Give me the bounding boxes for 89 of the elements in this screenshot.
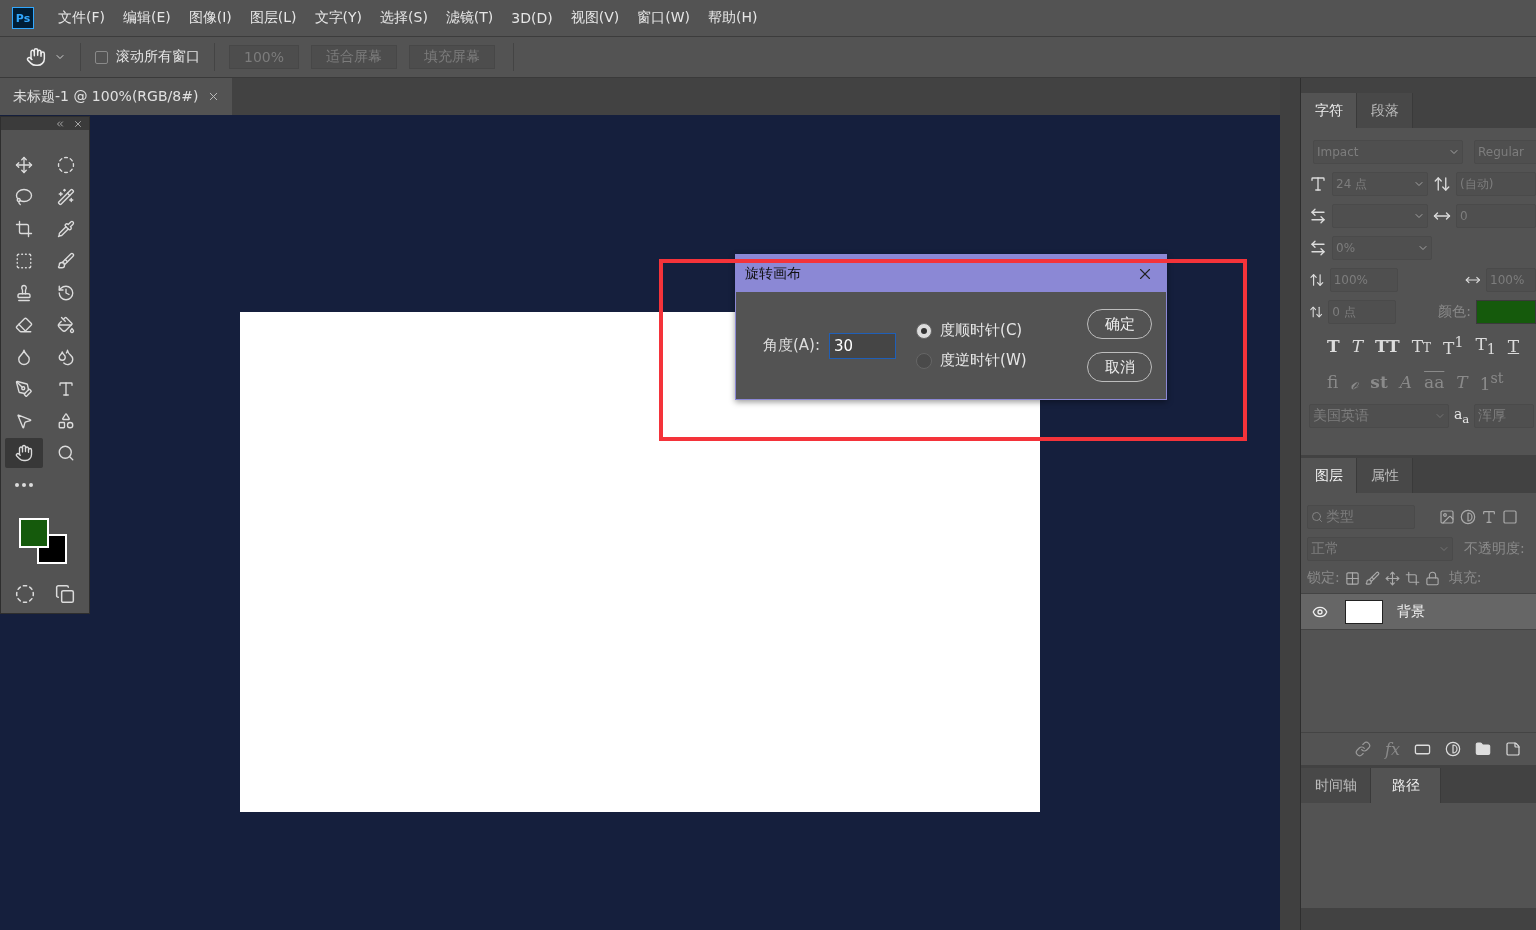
menu-item[interactable]: 图层(L) <box>249 9 297 27</box>
hand-icon <box>15 444 33 462</box>
text-style-button[interactable]: T <box>1349 336 1365 356</box>
menu-item[interactable]: 窗口(W) <box>637 9 691 27</box>
paint-bucket-icon <box>57 316 75 334</box>
close-icon <box>207 90 220 103</box>
vertical-scale-icon <box>1309 271 1325 289</box>
radio-button[interactable] <box>916 322 933 339</box>
layer-name: 背景 <box>1397 602 1425 621</box>
menu-item[interactable]: 文件(F) <box>58 9 105 27</box>
history-icon <box>57 284 75 302</box>
menu-item[interactable]: 滤镜(T) <box>445 9 494 27</box>
link-icon <box>1355 741 1371 757</box>
eyedropper-icon <box>57 220 75 238</box>
panel-tab[interactable]: 段落 <box>1357 93 1413 128</box>
panel-tab[interactable]: 字符 <box>1301 93 1357 128</box>
folder-icon <box>1474 741 1491 757</box>
text-style-button[interactable]: T <box>1505 336 1522 356</box>
square-icon <box>1502 509 1518 525</box>
menu-item[interactable]: 文字(Y) <box>314 9 363 27</box>
text-style-button[interactable]: Tт <box>1409 336 1434 356</box>
kerning-icon <box>1309 207 1327 225</box>
collapse-icon <box>55 118 65 129</box>
checkbox-label: 滚动所有窗口 <box>116 48 200 66</box>
menu-item[interactable]: 编辑(E) <box>123 9 171 27</box>
font-size-icon <box>1309 175 1327 193</box>
brush-icon <box>57 252 75 270</box>
pen-icon <box>15 380 33 398</box>
move-icon <box>1384 570 1400 586</box>
radio-button[interactable] <box>916 352 933 369</box>
search-icon <box>1311 511 1323 523</box>
panel-tab[interactable]: 图层 <box>1301 458 1357 493</box>
text-style-button[interactable]: T$^{1}$ <box>1441 334 1466 358</box>
panel-tab[interactable]: 路径 <box>1371 768 1441 803</box>
menu-item[interactable]: 视图(V) <box>570 9 620 27</box>
menu-item[interactable]: 图像(I) <box>188 9 232 27</box>
layer-row[interactable]: 背景 <box>1301 593 1536 630</box>
panel-tab[interactable]: 时间轴 <box>1301 768 1371 803</box>
tool-button[interactable] <box>5 438 43 468</box>
stamp-icon <box>15 284 33 302</box>
lasso-icon <box>15 188 33 206</box>
radio-label: 度逆时针(W) <box>940 351 1027 370</box>
checkbox[interactable] <box>95 50 108 64</box>
angle-label: 角度(A): <box>763 336 821 355</box>
shapes-icon <box>57 412 75 430</box>
text-style-button[interactable]: TT <box>1373 336 1402 356</box>
close-icon <box>73 118 83 129</box>
type-icon <box>1481 509 1497 525</box>
type-icon <box>57 380 75 398</box>
move-icon <box>15 156 33 174</box>
quick-mask-icon <box>15 584 35 604</box>
contrast-icon <box>1460 509 1476 525</box>
image-icon <box>1439 509 1455 525</box>
zoom-icon <box>57 444 75 462</box>
droplets-icon <box>57 348 75 366</box>
hand-icon <box>26 47 46 67</box>
document-title: 未标题-1 @ 100%(RGB/8#) <box>13 87 199 106</box>
spacing-icon <box>1309 239 1327 257</box>
leading-icon <box>1433 175 1451 193</box>
lock-icon <box>1424 570 1440 586</box>
menu-item[interactable]: 选择(S) <box>380 9 428 27</box>
eraser-icon <box>15 316 33 334</box>
magic-wand-icon <box>57 188 75 206</box>
layer-thumbnail <box>1345 599 1383 624</box>
brush-icon <box>1364 570 1380 586</box>
screen-mode-icon <box>55 584 75 604</box>
text-style-button[interactable]: T$_{1}$ <box>1473 334 1498 358</box>
dashed-square-icon <box>15 252 33 270</box>
document-tab[interactable]: 未标题-1 @ 100%(RGB/8#) <box>0 78 232 115</box>
angle-field[interactable]: 30 <box>829 332 897 359</box>
menu-item[interactable]: 3D(D) <box>511 10 553 26</box>
antialias-label: a$_{a}$ <box>1454 406 1470 426</box>
app-logo[interactable]: Ps <box>12 7 34 29</box>
text-color-swatch[interactable] <box>1476 300 1536 324</box>
crop-icon <box>15 220 33 238</box>
contrast-icon <box>1444 741 1461 757</box>
crop-icon <box>1404 570 1420 586</box>
radio-label: 度顺时针(C) <box>940 321 1023 340</box>
more-icon <box>15 483 33 487</box>
pointer-icon <box>15 412 33 430</box>
panel-tab[interactable]: 属性 <box>1357 458 1413 493</box>
new-layer-icon <box>1504 741 1521 757</box>
menu-item[interactable]: 帮助(H) <box>708 9 758 27</box>
droplet-icon <box>15 348 33 366</box>
text-style-button[interactable]: T <box>1325 336 1342 356</box>
dialog-title: 旋转画布 <box>745 264 801 283</box>
ellipse-marquee-icon <box>57 156 75 174</box>
foreground-color-swatch[interactable] <box>19 518 49 548</box>
checker-icon <box>1344 570 1360 586</box>
